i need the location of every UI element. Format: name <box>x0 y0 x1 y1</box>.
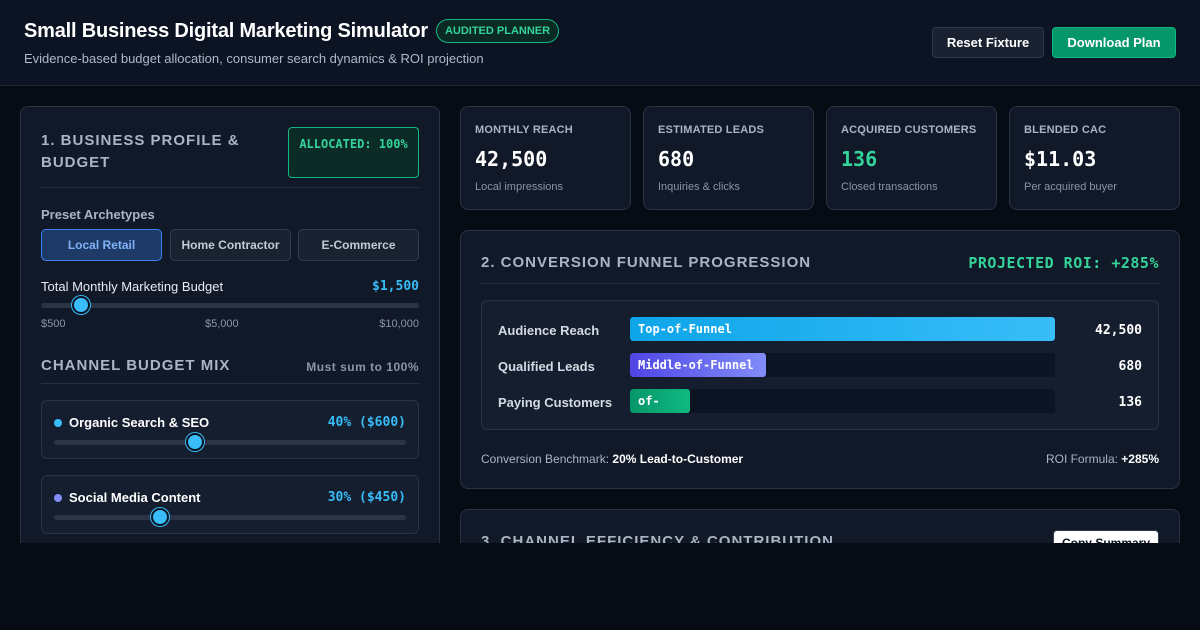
app-title: Small Business Digital Marketing Simulat… <box>24 19 428 42</box>
funnel-bar-label: of- <box>638 394 660 408</box>
channel-color-dot <box>54 419 62 427</box>
metric-value: 136 <box>841 147 878 171</box>
audited-badge: AUDITED PLANNER <box>435 19 560 43</box>
channel-name: Social Media Content <box>69 490 201 505</box>
roi-formula: ROI Formula: +285% <box>1046 452 1159 466</box>
budget-tick-mid: $5,000 <box>205 318 239 330</box>
profile-title: 1. BUSINESS PROFILE & BUDGET <box>41 132 240 171</box>
channel-value: 30% ($450) <box>327 490 406 505</box>
funnel-stage-label: Qualified Leads <box>498 359 595 374</box>
channel-social-media: Social Media Content 30% ($450) <box>41 475 419 534</box>
efficiency-title: 3. CHANNEL EFFICIENCY & CONTRIBUTION <box>481 533 834 543</box>
copy-summary-button[interactable]: Copy Summary <box>1053 530 1159 543</box>
benchmark-label: Conversion Benchmark: <box>481 452 610 466</box>
funnel-stage-label: Paying Customers <box>498 395 613 410</box>
funnel-stage-label: Audience Reach <box>498 323 600 338</box>
metric-caption: Closed transactions <box>841 181 938 193</box>
metric-acquired-customers: ACQUIRED CUSTOMERS 136 Closed transactio… <box>826 106 997 210</box>
channel-value: 40% ($600) <box>327 415 406 430</box>
metric-blended-cac: BLENDED CAC $11.03 Per acquired buyer <box>1009 106 1180 210</box>
metric-label: ESTIMATED LEADS <box>658 124 765 136</box>
budget-value: $1,500 <box>372 279 419 294</box>
roi-formula-value: +285% <box>1121 452 1159 466</box>
metric-label: BLENDED CAC <box>1024 124 1107 136</box>
funnel-bar-middle: Middle-of-Funnel <box>630 353 766 377</box>
funnel-bar-label: Top-of-Funnel <box>638 322 732 336</box>
app-header: Small Business Digital Marketing Simulat… <box>0 0 1200 86</box>
channel-slider-track[interactable] <box>54 440 406 445</box>
metric-caption: Local impressions <box>475 181 564 193</box>
allocated-badge: ALLOCATED: 100% <box>288 127 419 178</box>
conversion-benchmark: Conversion Benchmark: 20% Lead-to-Custom… <box>481 452 743 466</box>
benchmark-value: 20% Lead-to-Customer <box>612 452 744 466</box>
funnel-stage-count: 42,500 <box>1095 323 1142 338</box>
preset-ecommerce[interactable]: E-Commerce <box>298 229 419 261</box>
metric-value: 680 <box>658 147 695 171</box>
conversion-funnel-panel: 2. CONVERSION FUNNEL PROGRESSION PROJECT… <box>460 230 1180 489</box>
download-plan-button[interactable]: Download Plan <box>1052 27 1176 58</box>
channel-slider-thumb[interactable] <box>150 508 169 526</box>
budget-label: Total Monthly Marketing Budget <box>41 279 224 294</box>
divider <box>481 283 1159 284</box>
budget-tick-max: $10,000 <box>379 318 419 330</box>
channel-mix-title: CHANNEL BUDGET MIX <box>41 357 231 374</box>
app-subtitle: Evidence-based budget allocation, consum… <box>24 51 484 66</box>
reset-fixture-button[interactable]: Reset Fixture <box>932 27 1044 58</box>
funnel-bar-top: Top-of-Funnel <box>630 317 1055 341</box>
metric-value: 42,500 <box>475 147 548 171</box>
budget-tick-min: $500 <box>41 318 66 330</box>
channel-name: Organic Search & SEO <box>69 415 210 430</box>
preset-local-retail[interactable]: Local Retail <box>41 229 162 261</box>
funnel-bar-track: of- <box>630 389 1055 413</box>
preset-label: Preset Archetypes <box>41 207 155 222</box>
channel-slider-track[interactable] <box>54 515 406 520</box>
metric-value: $11.03 <box>1024 147 1097 171</box>
channel-efficiency-panel: 3. CHANNEL EFFICIENCY & CONTRIBUTION Cop… <box>460 509 1180 543</box>
divider <box>41 383 419 384</box>
channel-mix-note: Must sum to 100% <box>306 360 419 374</box>
funnel-bar-bottom: of- <box>630 389 690 413</box>
title-row: Small Business Digital Marketing Simulat… <box>24 19 560 43</box>
funnel-chart: Audience Reach Top-of-Funnel 42,500 Qual… <box>481 300 1159 430</box>
funnel-stage-count: 136 <box>1118 395 1142 410</box>
channel-organic-search: Organic Search & SEO 40% ($600) <box>41 400 419 459</box>
metric-caption: Inquiries & clicks <box>658 181 740 193</box>
metric-estimated-leads: ESTIMATED LEADS 680 Inquiries & clicks <box>643 106 814 210</box>
funnel-bar-label: Middle-of-Funnel <box>638 358 754 372</box>
funnel-title: 2. CONVERSION FUNNEL PROGRESSION <box>481 254 812 271</box>
business-profile-panel: 1. BUSINESS PROFILE & BUDGET ALLOCATED: … <box>20 106 440 543</box>
main-content[interactable]: 1. BUSINESS PROFILE & BUDGET ALLOCATED: … <box>0 86 1200 543</box>
budget-slider-thumb[interactable] <box>71 296 90 314</box>
metric-label: ACQUIRED CUSTOMERS <box>841 124 977 136</box>
roi-formula-label: ROI Formula: <box>1045 452 1118 466</box>
funnel-bar-track: Top-of-Funnel <box>630 317 1055 341</box>
channel-slider-thumb[interactable] <box>185 433 204 451</box>
funnel-bar-track: Middle-of-Funnel <box>630 353 1055 377</box>
metric-monthly-reach: MONTHLY REACH 42,500 Local impressions <box>460 106 631 210</box>
divider <box>41 187 419 188</box>
channel-color-dot <box>54 494 62 502</box>
preset-home-contractor[interactable]: Home Contractor <box>170 229 291 261</box>
metric-caption: Per acquired buyer <box>1024 181 1117 193</box>
funnel-stage-count: 680 <box>1118 359 1142 374</box>
metric-label: MONTHLY REACH <box>475 124 573 136</box>
projected-roi: PROJECTED ROI: +285% <box>968 254 1159 272</box>
budget-slider-track[interactable] <box>41 303 419 308</box>
